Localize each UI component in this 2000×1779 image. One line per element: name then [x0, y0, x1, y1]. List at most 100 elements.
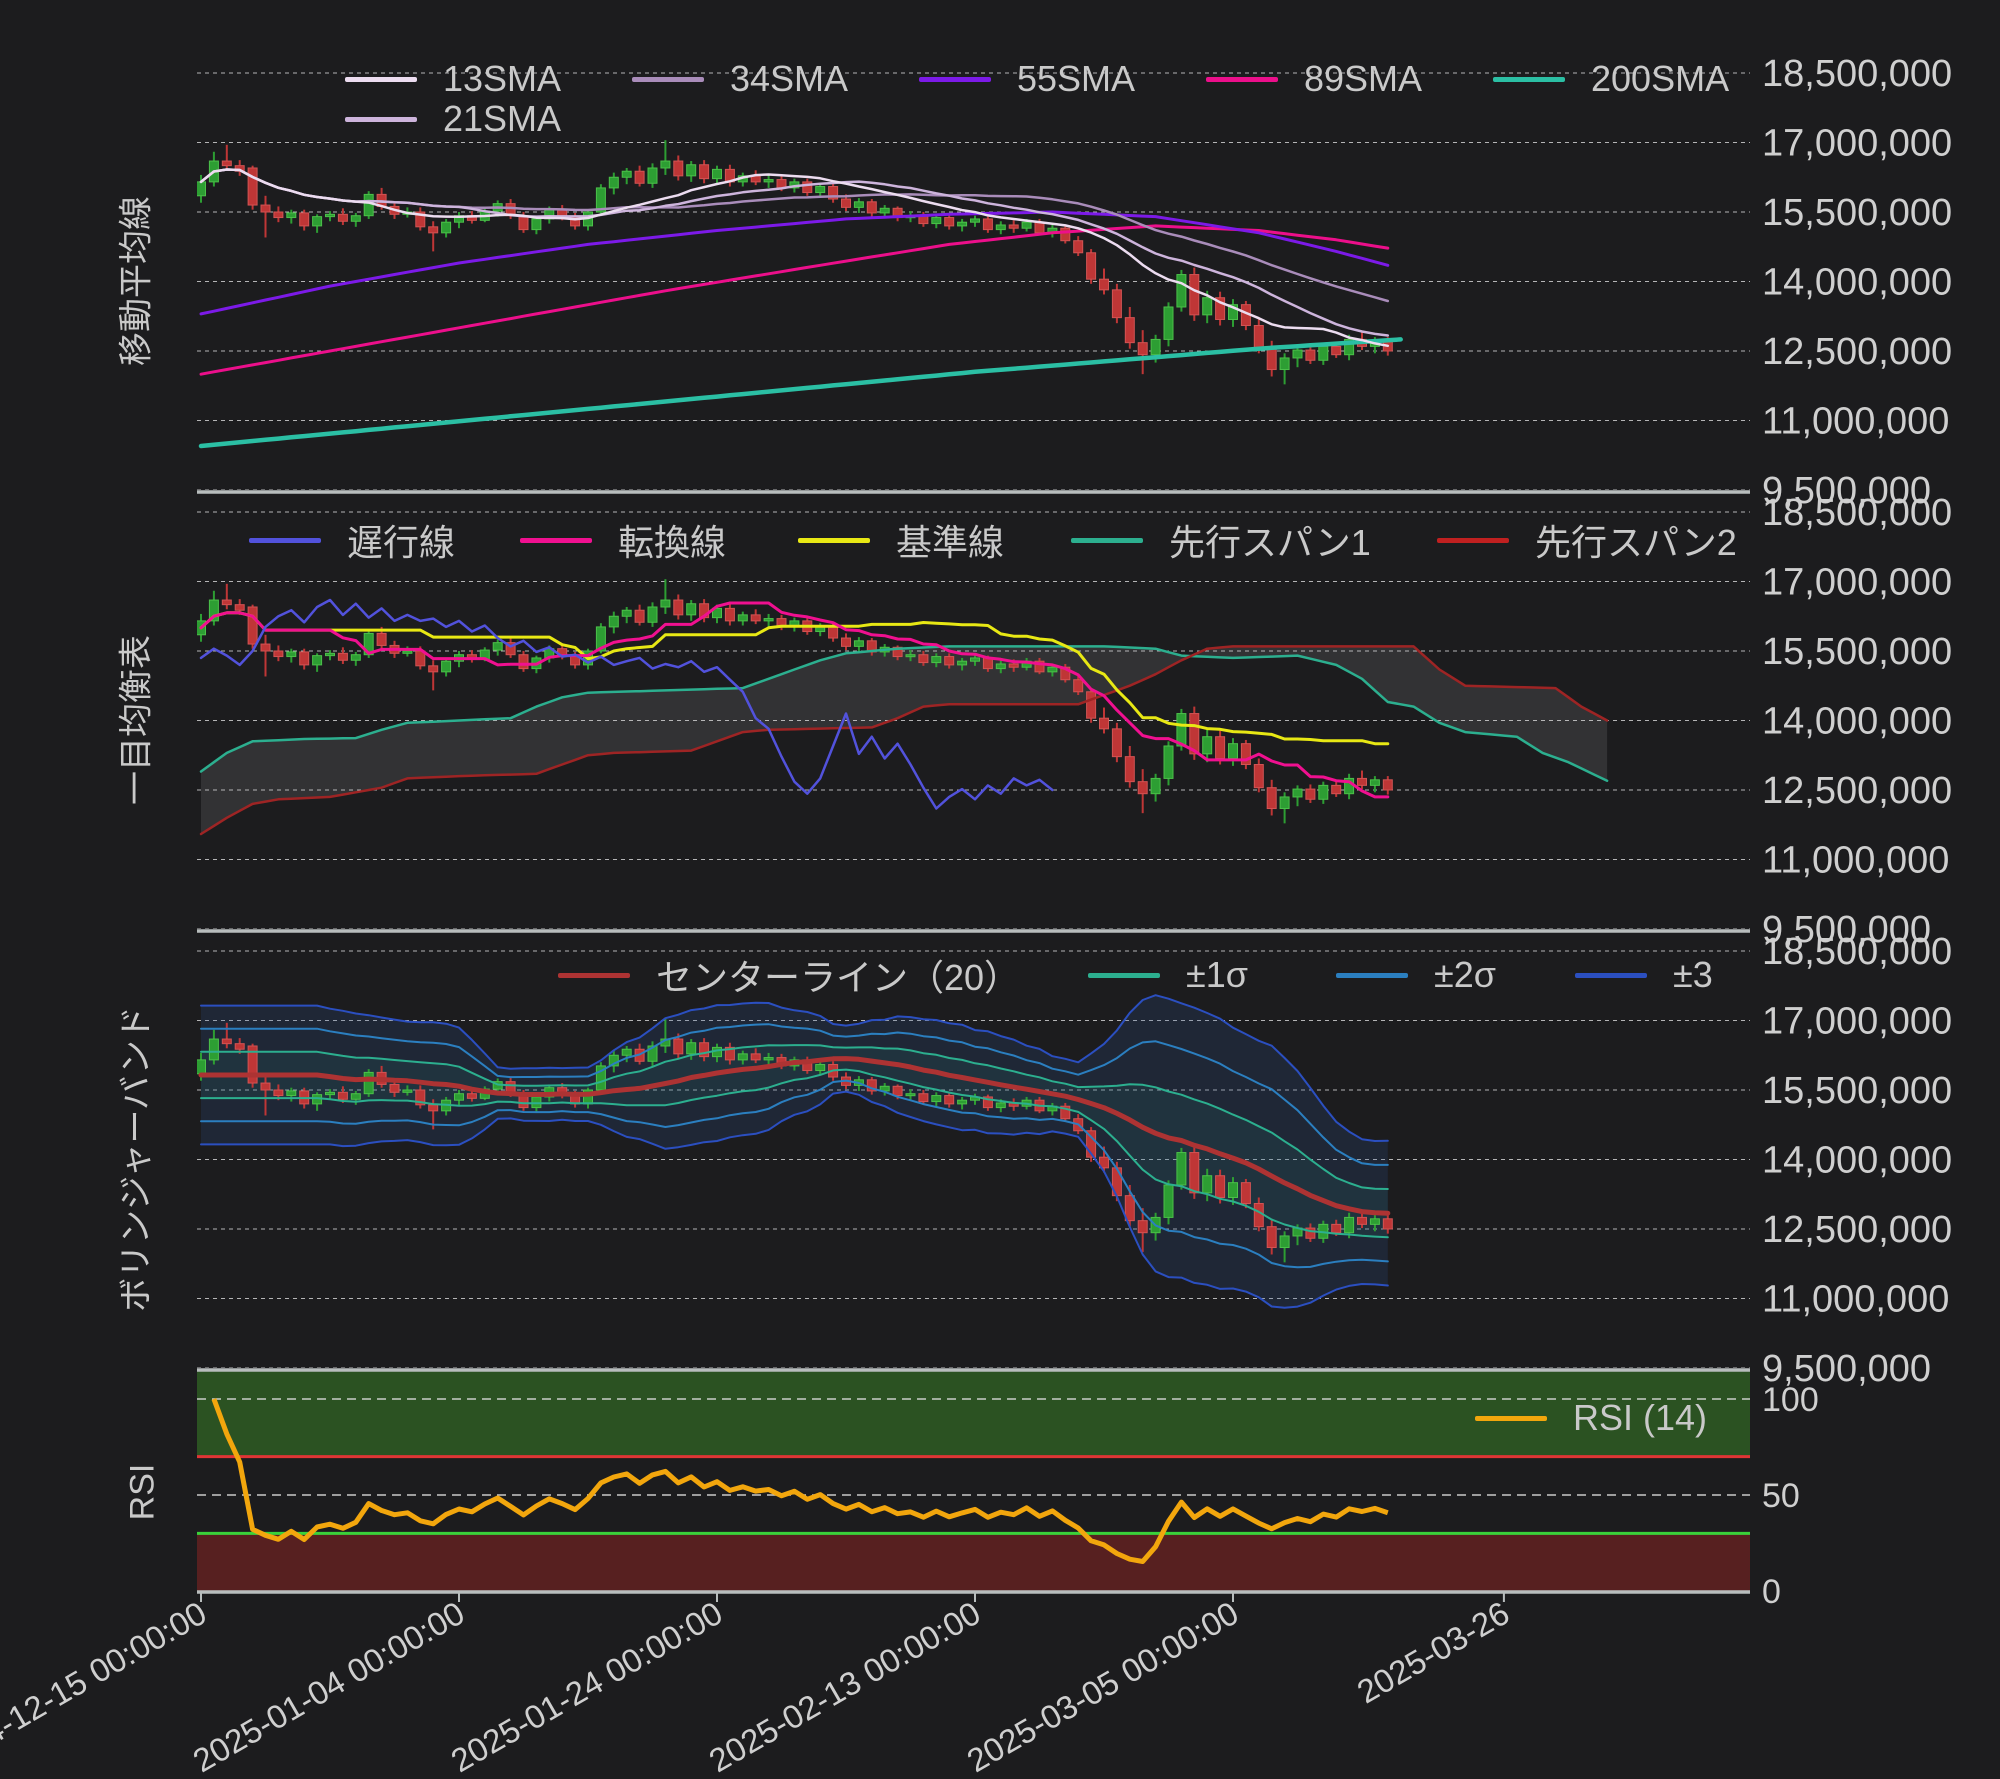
legend-label: 89SMA — [1304, 58, 1422, 100]
candle-body — [1138, 782, 1147, 794]
candle-body — [713, 169, 722, 178]
candle-body — [880, 208, 889, 213]
candle-body — [906, 655, 915, 657]
candle-body — [1125, 1196, 1134, 1221]
legend-label: 34SMA — [730, 58, 848, 100]
rsi-axis-label: 50 — [1762, 1477, 1800, 1515]
candle-body — [700, 165, 709, 179]
y-axis-label: 14,000,000 — [1762, 700, 1952, 742]
legend-item-bb-center[interactable]: センターライン（20） — [558, 953, 1020, 997]
candle-body — [661, 600, 670, 607]
candle-body — [1319, 346, 1328, 360]
candle-body — [313, 217, 322, 226]
candle-body — [1358, 1217, 1367, 1224]
candle-body — [893, 1086, 902, 1095]
candle-body — [661, 161, 670, 168]
chart-canvas[interactable]: 18,500,00017,000,00015,500,00014,000,000… — [0, 0, 2000, 1779]
candle-body — [274, 212, 283, 218]
candle-body — [687, 604, 696, 615]
candle-body — [932, 218, 941, 224]
legend-item-200sma[interactable]: 200SMA — [1493, 57, 1729, 101]
candle-body — [764, 619, 773, 621]
candle-body — [1190, 1153, 1199, 1193]
legend-item-21sma[interactable]: 21SMA — [345, 97, 561, 141]
candle-body — [1138, 343, 1147, 355]
candle-body — [261, 1083, 270, 1090]
candle-body — [519, 216, 528, 230]
candle-body — [1022, 222, 1031, 228]
legend-label: 基準線 — [896, 514, 1004, 566]
y-axis-label: 14,000,000 — [1762, 261, 1952, 303]
x-axis-label: 2025-03-26 — [1351, 1594, 1516, 1710]
candle-body — [1151, 339, 1160, 354]
legend-item-55sma[interactable]: 55SMA — [919, 57, 1135, 101]
legend-label: 転換線 — [618, 514, 726, 566]
candle-body — [326, 653, 335, 655]
legend-label: センターライン（20） — [656, 949, 1020, 1001]
candle-body — [532, 219, 541, 230]
candle-body — [209, 1039, 218, 1060]
candle-body — [945, 657, 954, 665]
legend-item-bb-sigma3[interactable]: ±3 — [1575, 953, 1713, 997]
x-axis-label: 2025-01-04 00:00:00 — [187, 1594, 471, 1779]
candle-body — [1009, 225, 1018, 228]
candle-body — [429, 1105, 438, 1111]
candle-body — [816, 1065, 825, 1071]
candle-body — [364, 1072, 373, 1093]
legend-label: 遅行線 — [347, 514, 455, 566]
candle-body — [1267, 349, 1276, 370]
candle-body — [1164, 746, 1173, 778]
candle-body — [725, 608, 734, 621]
panel-title-moving-averages: 移動平均線 — [109, 196, 158, 366]
candle-body — [338, 653, 347, 660]
y-axis-label: 11,000,000 — [1762, 400, 1949, 442]
candle-body — [816, 187, 825, 193]
candle-body — [609, 177, 618, 188]
candle-body — [1383, 780, 1392, 790]
candle-body — [442, 222, 451, 233]
y-axis-label: 18,500,000 — [1762, 931, 1952, 973]
legend-item-13sma[interactable]: 13SMA — [345, 57, 561, 101]
legend-swatch-senkou1 — [1071, 538, 1143, 543]
legend-swatch-chikou — [249, 538, 321, 543]
legend-item-34sma[interactable]: 34SMA — [632, 57, 848, 101]
candle-body — [932, 1096, 941, 1102]
legend-label: 200SMA — [1591, 58, 1729, 100]
candle-body — [1280, 797, 1289, 809]
legend-item-senkou2[interactable]: 先行スパン2 — [1437, 518, 1737, 562]
candle-body — [983, 219, 992, 230]
candle-body — [1306, 350, 1315, 360]
legend-item-bb-sigma1[interactable]: ±1σ — [1088, 953, 1248, 997]
legend-item-89sma[interactable]: 89SMA — [1206, 57, 1422, 101]
candle-body — [1229, 744, 1238, 759]
legend-item-senkou1[interactable]: 先行スパン1 — [1071, 518, 1371, 562]
candle-body — [261, 644, 270, 651]
legend-item-chikou[interactable]: 遅行線 — [249, 518, 455, 562]
candle-body — [1345, 1217, 1354, 1232]
candle-body — [1164, 307, 1173, 339]
legend-item-kijun[interactable]: 基準線 — [798, 518, 1004, 562]
legend-swatch-tenkan — [520, 538, 592, 543]
candle-body — [1151, 778, 1160, 793]
candle-body — [1267, 1227, 1276, 1248]
y-axis-label: 18,500,000 — [1762, 53, 1952, 95]
candle-body — [235, 1044, 244, 1050]
candle-body — [197, 182, 206, 196]
candle-body — [674, 161, 683, 176]
chart-root: 18,500,00017,000,00015,500,00014,000,000… — [0, 0, 2000, 1779]
candle-body — [1125, 318, 1134, 343]
candle-body — [1061, 228, 1070, 241]
candle-body — [300, 213, 309, 226]
y-axis-label: 15,500,000 — [1762, 192, 1952, 234]
legend-item-rsi[interactable]: RSI (14) — [1475, 1396, 1707, 1440]
legend-item-bb-sigma2[interactable]: ±2σ — [1336, 953, 1496, 997]
legend-item-tenkan[interactable]: 転換線 — [520, 518, 726, 562]
candle-body — [326, 1092, 335, 1094]
candle-body — [1203, 298, 1212, 315]
candle-body — [338, 1092, 347, 1099]
candle-body — [738, 615, 747, 621]
candle-body — [390, 1084, 399, 1092]
legend-swatch-13sma — [345, 77, 417, 82]
candle-body — [609, 616, 618, 627]
candle-body — [764, 180, 773, 182]
